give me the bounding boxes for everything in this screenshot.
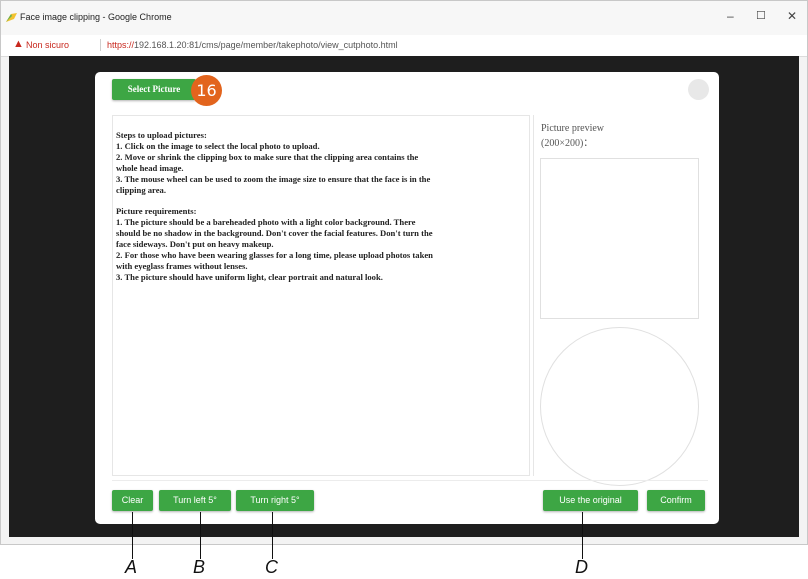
use-original-button[interactable]: Use the original [543, 490, 638, 511]
security-label[interactable]: Non sicuro [26, 40, 69, 50]
callout-line-d [582, 512, 583, 559]
steps-line: clipping area. [116, 184, 166, 195]
steps-line: 3. The mouse wheel can be used to zoom t… [116, 173, 431, 184]
requirements-heading: Picture requirements: [116, 206, 197, 217]
turn-left-button[interactable]: Turn left 5° [159, 490, 231, 511]
close-window-button[interactable]: ✕ [787, 9, 797, 23]
callout-line-a [132, 512, 133, 559]
preview-size: (200×200)： [541, 138, 594, 149]
url-protocol: https:// [107, 40, 135, 50]
preview-label: Picture preview (200×200)： [541, 121, 691, 151]
warning-icon: ▲ [13, 38, 24, 50]
callout-label-d: D [575, 557, 588, 577]
requirements-line: 3. The picture should have uniform light… [116, 271, 383, 282]
callout-line-b [200, 512, 201, 559]
address-bar[interactable]: ▲ Non sicuro https://192.168.1.20:81/cms… [1, 35, 807, 57]
footer-divider [112, 480, 708, 481]
requirements-line: with eyeglass frames without lenses. [116, 260, 248, 271]
maximize-button[interactable]: ☐ [756, 9, 766, 22]
close-dialog-button[interactable] [688, 79, 709, 100]
round-preview [540, 327, 699, 486]
square-preview [540, 158, 699, 319]
step-badge: 16 [191, 75, 222, 106]
turn-right-button[interactable]: Turn right 5° [236, 490, 314, 511]
title-bar: Face image clipping - Google Chrome – ☐ … [1, 1, 807, 35]
preview-title: Picture preview [541, 123, 605, 134]
confirm-button[interactable]: Confirm [647, 490, 705, 511]
steps-line: 1. Click on the image to select the loca… [116, 140, 320, 151]
clear-button[interactable]: Clear [112, 490, 153, 511]
divider [100, 39, 101, 51]
requirements-line: 2. For those who have been wearing glass… [116, 249, 433, 260]
window-title: Face image clipping - Google Chrome [20, 12, 172, 22]
select-picture-button[interactable]: Select Picture [112, 79, 196, 100]
requirements-line: should be no shadow in the background. D… [116, 228, 433, 239]
requirements-line: 1. The picture should be a bareheaded ph… [116, 217, 416, 228]
url-path: 192.168.1.20:81/cms/page/member/takephot… [134, 40, 398, 50]
minimize-button[interactable]: – [727, 9, 734, 23]
url-text[interactable]: https://192.168.1.20:81/cms/page/member/… [107, 40, 398, 50]
callout-label-b: B [193, 557, 206, 577]
callout-label-a: A [125, 557, 138, 577]
steps-line: whole head image. [116, 162, 184, 173]
instructions-text: Steps to upload pictures: 1. Click on th… [116, 130, 529, 283]
steps-line: 2. Move or shrink the clipping box to ma… [116, 151, 419, 162]
requirements-line: face sideways. Don't put on heavy makeup… [116, 239, 274, 250]
steps-heading: Steps to upload pictures: [116, 130, 207, 140]
browser-favicon-icon [6, 13, 17, 22]
callout-label-c: C [265, 557, 278, 577]
callout-line-c [272, 512, 273, 559]
